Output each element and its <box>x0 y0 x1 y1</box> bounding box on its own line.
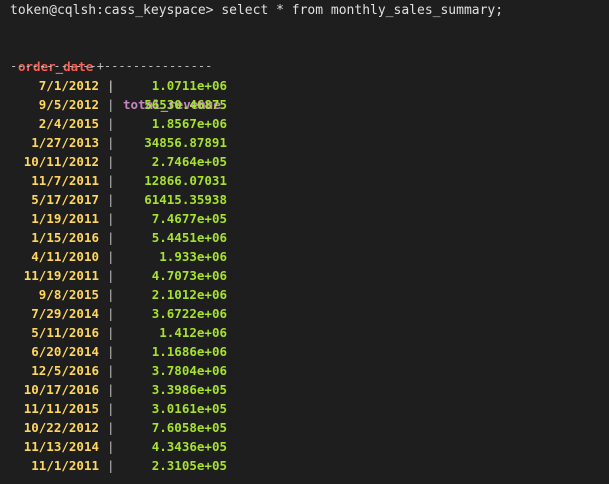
cell-order-date: 10/11/2012 <box>23 154 99 169</box>
cell-total-revenue: 1.1686e+06 <box>151 344 227 359</box>
cell-order-date: 5/11/2016 <box>31 325 99 340</box>
cell-order-date: 11/1/2011 <box>31 458 99 473</box>
column-separator: | <box>107 306 115 321</box>
table-row: 11/11/2015 | 3.0161e+05 <box>0 399 609 418</box>
cell-order-date: 5/17/2017 <box>31 192 99 207</box>
table-row: 6/20/2014 | 1.1686e+06 <box>0 342 609 361</box>
column-separator: | <box>107 97 115 112</box>
cell-total-revenue: 3.3986e+05 <box>151 382 227 397</box>
table-row: 10/11/2012 | 2.7464e+05 <box>0 152 609 171</box>
cell-order-date: 9/8/2015 <box>38 287 99 302</box>
table-row: 11/1/2011 | 2.3105e+05 <box>0 456 609 475</box>
cell-total-revenue: 61415.35938 <box>144 192 227 207</box>
column-separator: | <box>107 268 115 283</box>
cell-total-revenue: 1.8567e+06 <box>151 116 227 131</box>
column-separator: | <box>107 116 115 131</box>
cell-order-date: 12/5/2016 <box>31 363 99 378</box>
cell-total-revenue: 7.4677e+05 <box>151 211 227 226</box>
command-prompt-line: token@cqlsh:cass_keyspace> select * from… <box>10 3 504 18</box>
cell-order-date: 11/13/2014 <box>23 439 99 454</box>
column-separator: | <box>107 230 115 245</box>
table-row: 11/19/2011 | 4.7073e+06 <box>0 266 609 285</box>
cell-total-revenue: 34856.87891 <box>144 135 227 150</box>
cell-order-date: 1/15/2016 <box>31 230 99 245</box>
column-separator: | <box>107 154 115 169</box>
cell-total-revenue: 2.7464e+05 <box>151 154 227 169</box>
cell-total-revenue: 1.933e+06 <box>159 249 227 264</box>
cell-total-revenue: 1.412e+06 <box>159 325 227 340</box>
cell-order-date: 1/19/2011 <box>31 211 99 226</box>
terminal-window[interactable]: token@cqlsh:cass_keyspace> select * from… <box>0 0 609 484</box>
cell-total-revenue: 4.3436e+05 <box>151 439 227 454</box>
column-separator: | <box>107 287 115 302</box>
cell-total-revenue: 5.4451e+06 <box>151 230 227 245</box>
cell-total-revenue: 56530.46875 <box>144 97 227 112</box>
table-row: 4/11/2010 | 1.933e+06 <box>0 247 609 266</box>
table-row: 10/22/2012 | 7.6058e+05 <box>0 418 609 437</box>
table-header: order_date | total_revenue <box>0 38 221 112</box>
table-row: 7/1/2012 | 1.0711e+06 <box>0 76 609 95</box>
table-row: 7/29/2014 | 3.6722e+06 <box>0 304 609 323</box>
column-separator: | <box>107 78 115 93</box>
column-separator: | <box>107 249 115 264</box>
cell-order-date: 1/27/2013 <box>31 135 99 150</box>
column-separator: | <box>107 363 115 378</box>
table-row: 9/5/2012 | 56530.46875 <box>0 95 609 114</box>
table-row: 1/15/2016 | 5.4451e+06 <box>0 228 609 247</box>
table-row: 1/27/2013 | 34856.87891 <box>0 133 609 152</box>
table-row: 5/11/2016 | 1.412e+06 <box>0 323 609 342</box>
cell-total-revenue: 7.6058e+05 <box>151 420 227 435</box>
cell-order-date: 11/19/2011 <box>23 268 99 283</box>
table-row: 11/7/2011 | 12866.07031 <box>0 171 609 190</box>
column-separator: | <box>107 420 115 435</box>
column-separator: | <box>107 211 115 226</box>
column-separator: | <box>107 344 115 359</box>
column-separator: | <box>107 325 115 340</box>
table-row: 5/17/2017 | 61415.35938 <box>0 190 609 209</box>
column-separator: | <box>107 173 115 188</box>
header-rule: ------------+--------------- <box>10 59 213 73</box>
table-row: 11/13/2014 | 4.3436e+05 <box>0 437 609 456</box>
cell-order-date: 10/17/2016 <box>23 382 99 397</box>
column-separator: | <box>107 192 115 207</box>
table-row: 1/19/2011 | 7.4677e+05 <box>0 209 609 228</box>
cell-order-date: 11/11/2015 <box>23 401 99 416</box>
cell-total-revenue: 3.0161e+05 <box>151 401 227 416</box>
cell-total-revenue: 1.0711e+06 <box>151 78 227 93</box>
column-separator: | <box>107 135 115 150</box>
cell-total-revenue: 4.7073e+06 <box>151 268 227 283</box>
column-separator: | <box>107 401 115 416</box>
cell-order-date: 10/22/2012 <box>23 420 99 435</box>
table-row: 10/17/2016 | 3.3986e+05 <box>0 380 609 399</box>
cell-order-date: 6/20/2014 <box>31 344 99 359</box>
cell-order-date: 2/4/2015 <box>38 116 99 131</box>
column-separator: | <box>107 439 115 454</box>
column-separator: | <box>107 382 115 397</box>
cell-total-revenue: 3.7804e+06 <box>151 363 227 378</box>
cell-order-date: 11/7/2011 <box>31 173 99 188</box>
cell-order-date: 4/11/2010 <box>31 249 99 264</box>
cell-order-date: 7/29/2014 <box>31 306 99 321</box>
table-row: 2/4/2015 | 1.8567e+06 <box>0 114 609 133</box>
cell-order-date: 9/5/2012 <box>38 97 99 112</box>
cell-total-revenue: 2.3105e+05 <box>151 458 227 473</box>
column-separator: | <box>107 458 115 473</box>
cell-total-revenue: 2.1012e+06 <box>151 287 227 302</box>
cell-total-revenue: 3.6722e+06 <box>151 306 227 321</box>
cell-order-date: 7/1/2012 <box>38 78 99 93</box>
cell-total-revenue: 12866.07031 <box>144 173 227 188</box>
table-row: 12/5/2016 | 3.7804e+06 <box>0 361 609 380</box>
table-row: 9/8/2015 | 2.1012e+06 <box>0 285 609 304</box>
